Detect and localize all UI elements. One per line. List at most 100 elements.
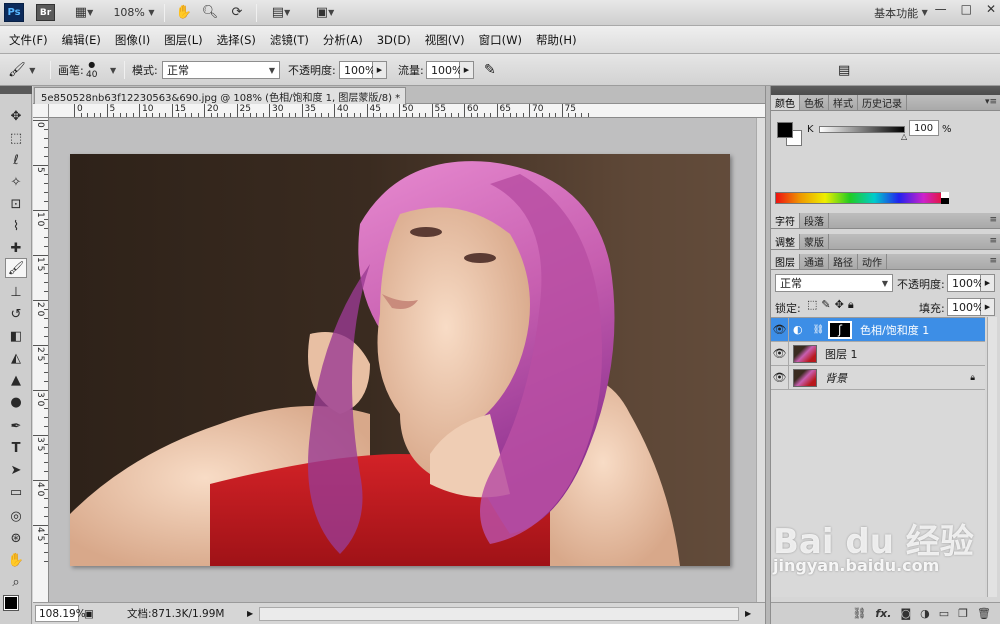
menu-3d[interactable]: 3D(D) <box>370 33 418 47</box>
panel-menu-icon[interactable]: ▾≡ <box>985 97 997 107</box>
color-ramp-bw[interactable] <box>941 192 949 204</box>
panel-menu-icon[interactable]: ≡ <box>989 256 997 266</box>
k-slider[interactable] <box>819 126 905 133</box>
toolbox-grip[interactable] <box>0 86 32 94</box>
type-tool-icon[interactable]: T <box>5 438 27 458</box>
visibility-eye-icon[interactable]: 👁︎ <box>771 365 789 390</box>
scroll-right-arrow[interactable]: ▶ <box>745 605 755 622</box>
3d-rotate-tool-icon[interactable]: ◎ <box>5 506 27 526</box>
hand-tool-icon[interactable]: ✋ <box>5 550 27 570</box>
history-brush-tool-icon[interactable]: ↺ <box>5 304 27 324</box>
menu-layer[interactable]: 图层(L) <box>157 32 209 48</box>
brush-panel-icon[interactable]: ▤ <box>838 54 850 86</box>
crop-tool-icon[interactable]: ⊡ <box>5 194 27 214</box>
zoom-tool-icon[interactable]: ⌕ <box>5 572 27 592</box>
status-preview-icon[interactable]: ▣ <box>82 605 96 622</box>
gradient-tool-icon[interactable]: ◭ <box>5 348 27 368</box>
layers-scrollbar[interactable] <box>987 317 997 597</box>
tab-paragraph[interactable]: 段落 <box>800 213 829 228</box>
vertical-ruler[interactable]: 051 01 52 02 53 03 54 04 5 <box>33 118 49 602</box>
menu-select[interactable]: 选择(S) <box>210 32 263 48</box>
zoom-level-dropdown[interactable]: 108% ▼ <box>110 4 158 21</box>
zoom-tool-icon[interactable]: 🔍︎ <box>200 4 220 21</box>
move-tool-icon[interactable]: ✥ <box>5 106 27 126</box>
status-menu-arrow[interactable]: ▶ <box>247 605 257 622</box>
link-layers-icon[interactable]: ⛓︎ <box>852 607 866 620</box>
path-selection-tool-icon[interactable]: ➤ <box>5 460 27 480</box>
bridge-button[interactable]: Br <box>36 4 55 21</box>
layer-mask-thumbnail[interactable]: ʃ <box>828 320 853 339</box>
brush-picker-arrow[interactable]: ▼ <box>110 54 116 86</box>
pen-tool-icon[interactable]: ✒ <box>5 416 27 436</box>
brush-tool-icon[interactable]: 🖌︎ <box>5 258 27 278</box>
healing-brush-tool-icon[interactable]: ✚ <box>5 238 27 258</box>
document-image[interactable] <box>70 154 730 566</box>
workspace-switcher[interactable]: 基本功能 ▼ <box>866 4 936 21</box>
tab-adjustments[interactable]: 调整 <box>771 234 800 249</box>
tool-preset-picker[interactable]: 🖌︎ ▼ <box>8 54 35 86</box>
panel-menu-icon[interactable]: ≡ <box>989 236 997 246</box>
menu-file[interactable]: 文件(F) <box>2 32 55 48</box>
tab-color[interactable]: 颜色 <box>771 95 800 110</box>
lasso-tool-icon[interactable]: ℓ <box>5 150 27 170</box>
tab-styles[interactable]: 样式 <box>829 95 858 110</box>
horizontal-scrollbar[interactable] <box>259 607 739 621</box>
tab-swatches[interactable]: 色板 <box>800 95 829 110</box>
foreground-color-swatch[interactable] <box>3 595 19 611</box>
menu-analysis[interactable]: 分析(A) <box>316 32 370 48</box>
close-button[interactable]: ✕ <box>986 2 996 16</box>
opacity-field[interactable]: 100% ▶ <box>339 54 387 86</box>
clone-stamp-tool-icon[interactable]: ⊥ <box>5 282 27 302</box>
visibility-eye-icon[interactable]: 👁︎ <box>771 341 789 366</box>
layer-row-hue-saturation[interactable]: 👁︎ ◐ ⛓︎ ʃ 色相/饱和度 1 <box>771 317 985 342</box>
maximize-button[interactable]: □ <box>961 2 972 16</box>
tab-layers[interactable]: 图层 <box>771 254 800 269</box>
menu-view[interactable]: 视图(V) <box>418 32 472 48</box>
flow-field[interactable]: 100% ▶ <box>426 54 474 86</box>
new-group-icon[interactable]: ▭ <box>939 607 949 620</box>
k-value-field[interactable]: 100 <box>909 120 939 136</box>
document-tab[interactable]: 5e850528nb63f12230563&690.jpg @ 108% (色相… <box>34 87 406 104</box>
panel-menu-icon[interactable]: ≡ <box>989 215 997 225</box>
eyedropper-tool-icon[interactable]: ⌇ <box>5 216 27 236</box>
3d-orbit-tool-icon[interactable]: ⊛ <box>5 528 27 548</box>
tab-history[interactable]: 历史记录 <box>858 95 907 110</box>
hand-tool-icon[interactable]: ✋ <box>174 4 194 21</box>
screen-mode-button-icon[interactable]: ▣ ▼ <box>308 4 342 21</box>
brush-picker[interactable]: ● 40 <box>86 54 97 86</box>
add-mask-icon[interactable]: ◙ <box>900 607 911 620</box>
menu-filter[interactable]: 滤镜(T) <box>263 32 316 48</box>
new-layer-icon[interactable]: ❐ <box>958 607 968 620</box>
shape-tool-icon[interactable]: ▭ <box>5 482 27 502</box>
rotate-view-icon[interactable]: ⟳ <box>226 4 248 21</box>
menu-window[interactable]: 窗口(W) <box>472 32 529 48</box>
tab-masks[interactable]: 蒙版 <box>800 234 829 249</box>
marquee-tool-icon[interactable]: ⬚ <box>5 128 27 148</box>
layer-style-icon[interactable]: fx. <box>875 607 891 620</box>
tab-character[interactable]: 字符 <box>771 213 800 228</box>
horizontal-ruler[interactable]: 0 5 10 15 20 25 30 35 40 45 50 55 60 65 70 75 <box>49 104 765 118</box>
dodge-tool-icon[interactable]: ● <box>5 392 27 412</box>
blend-mode-select[interactable]: 正常 ▼ <box>775 274 893 292</box>
magic-wand-tool-icon[interactable]: ✧ <box>5 172 27 192</box>
ruler-origin[interactable] <box>33 104 49 118</box>
eraser-tool-icon[interactable]: ◧ <box>5 326 27 346</box>
tab-actions[interactable]: 动作 <box>858 254 887 269</box>
new-adjustment-icon[interactable]: ◑ <box>920 607 930 620</box>
menu-image[interactable]: 图像(I) <box>108 32 157 48</box>
delete-layer-icon[interactable]: 🗑︎ <box>977 607 991 620</box>
screen-mode-icon[interactable]: ▦ ▼ <box>68 4 100 21</box>
menu-help[interactable]: 帮助(H) <box>529 32 584 48</box>
layer-row-layer1[interactable]: 👁︎ 图层 1 <box>771 341 985 366</box>
minimize-button[interactable]: — <box>935 2 947 16</box>
layer-opacity-field[interactable]: 100% ▶ <box>947 274 995 292</box>
visibility-eye-icon[interactable]: 👁︎ <box>771 317 789 342</box>
airbrush-icon[interactable]: ✎ <box>484 54 496 86</box>
vertical-scrollbar[interactable] <box>756 118 765 602</box>
tab-channels[interactable]: 通道 <box>800 254 829 269</box>
mode-select[interactable]: 正常 ▼ <box>162 54 280 86</box>
fill-field[interactable]: 100% ▶ <box>947 298 995 316</box>
status-zoom-field[interactable]: 108.19% <box>35 605 86 622</box>
mask-link-icon[interactable]: ⛓︎ <box>813 325 824 335</box>
tab-paths[interactable]: 路径 <box>829 254 858 269</box>
